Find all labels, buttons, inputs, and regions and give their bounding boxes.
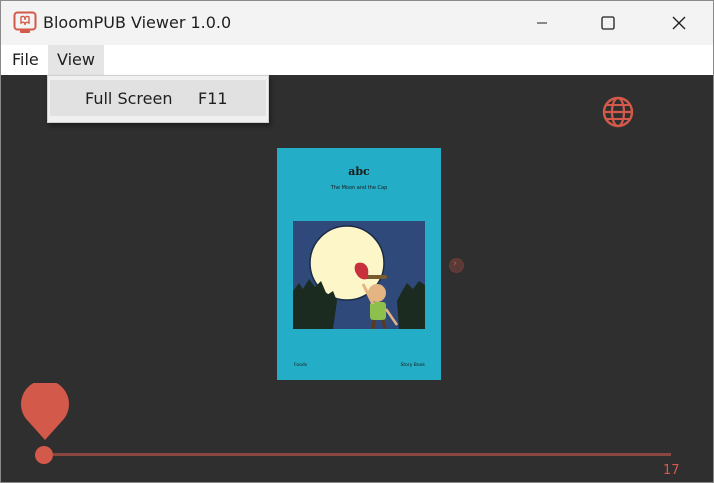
book-footer-right: Story Book <box>400 363 425 368</box>
book-title: abc <box>348 165 370 178</box>
language-button[interactable] <box>602 96 634 128</box>
menu-bar: File View <box>1 45 713 75</box>
globe-icon <box>602 96 634 128</box>
full-screen-shortcut: F11 <box>198 89 228 108</box>
minimize-button[interactable] <box>519 1 565 45</box>
cover-illustration <box>293 221 425 330</box>
menu-item-full-screen[interactable]: Full Screen F11 <box>50 80 266 116</box>
maximize-icon <box>601 16 615 30</box>
view-menu-dropdown: Full Screen F11 <box>47 75 269 123</box>
chevron-right-icon: › <box>453 258 457 269</box>
book-footer-left: Foods <box>294 363 308 368</box>
full-screen-label: Full Screen <box>85 89 173 108</box>
window-title: BloomPUB Viewer 1.0.0 <box>43 13 232 32</box>
minimize-icon <box>537 22 547 24</box>
page-slider-thumb[interactable] <box>35 446 53 464</box>
title-bar: BloomPUB Viewer 1.0.0 <box>1 1 713 45</box>
app-window: BloomPUB Viewer 1.0.0 File View abc The … <box>0 0 714 483</box>
app-logo-icon <box>13 11 37 35</box>
close-icon <box>672 16 686 30</box>
next-page-button[interactable]: › <box>449 258 464 273</box>
book-subtitle: The Moon and the Cap <box>330 185 388 191</box>
menu-file[interactable]: File <box>3 45 48 75</box>
total-pages: 17 <box>663 463 680 478</box>
menu-view[interactable]: View <box>48 45 104 75</box>
page-indicator-pin <box>20 380 70 441</box>
page-slider-track[interactable] <box>44 453 671 456</box>
close-button[interactable] <box>656 1 702 45</box>
maximize-button[interactable] <box>585 1 631 45</box>
book-page[interactable]: abc The Moon and the Cap Foods Story Boo… <box>277 148 441 380</box>
